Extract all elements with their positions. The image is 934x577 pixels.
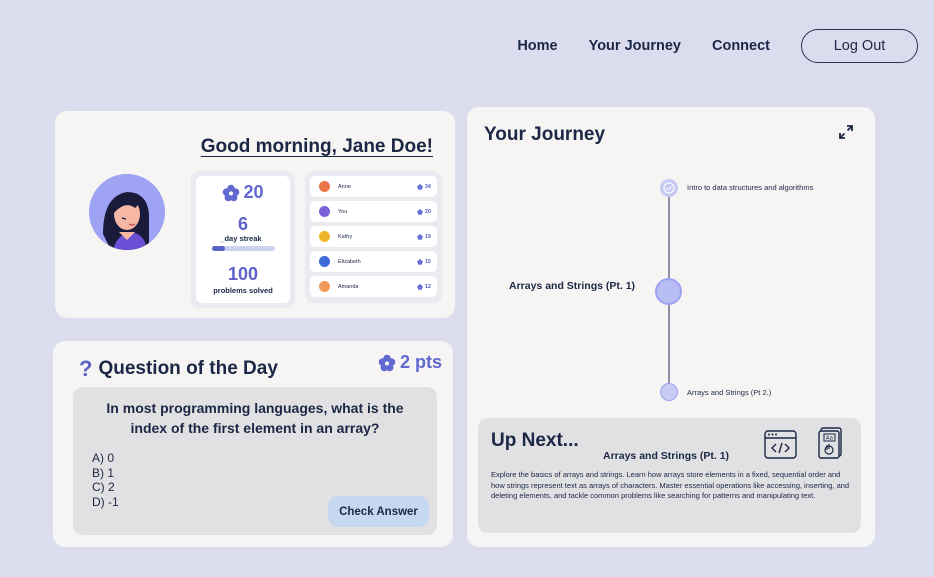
streak-progress-bar bbox=[212, 246, 275, 251]
points-display: 20 bbox=[196, 182, 290, 203]
leaderboard-name: Anne bbox=[338, 183, 351, 190]
timeline-label: Arrays and Strings (Pt 2.) bbox=[687, 388, 772, 397]
timeline-label: Intro to data structures and algorithms bbox=[687, 183, 814, 192]
question-points: 2 pts bbox=[378, 352, 442, 373]
leaderboard-row[interactable]: Elizabeth 15 bbox=[310, 251, 437, 272]
leaderboard-points-value: 34 bbox=[424, 183, 431, 190]
up-next-description: Explore the basics of arrays and strings… bbox=[491, 470, 850, 500]
leaderboard-name: Amanda bbox=[338, 283, 359, 290]
stats-panel: 20 6 day streak 1st 100 problems solved bbox=[191, 171, 295, 308]
leaderboard-name: Elizabeth bbox=[338, 258, 361, 265]
question-title: Question of the Day bbox=[98, 358, 278, 379]
leaderboard-points: 34 bbox=[417, 184, 431, 190]
leaderboard-points-value: 15 bbox=[424, 258, 431, 265]
leaderboard-avatar bbox=[319, 206, 330, 217]
up-next-subtitle: Arrays and Strings (Pt. 1) bbox=[603, 450, 730, 462]
flower-icon bbox=[417, 283, 423, 290]
journey-title: Your Journey bbox=[484, 124, 606, 145]
streak-tiny-label: 1st bbox=[220, 240, 225, 244]
question-card: ? Question of the Day 2 pts In most prog… bbox=[53, 341, 453, 547]
flower-icon bbox=[417, 208, 423, 215]
question-text: In most programming languages, what is t… bbox=[106, 400, 404, 436]
nav-journey-link[interactable]: Your Journey bbox=[589, 38, 681, 54]
nav-connect-link[interactable]: Connect bbox=[712, 38, 770, 54]
answer-option[interactable]: D) -1 bbox=[92, 495, 119, 510]
timeline-node-upcoming[interactable] bbox=[660, 383, 678, 401]
leaderboard-row[interactable]: Amanda 12 bbox=[310, 276, 437, 297]
leaderboard-points: 15 bbox=[417, 259, 431, 265]
leaderboard-points-value: 19 bbox=[424, 233, 431, 240]
timeline-node-current[interactable] bbox=[655, 278, 682, 305]
leaderboard-points: 19 bbox=[417, 234, 431, 240]
up-next-title: Up Next... bbox=[491, 430, 579, 451]
leaderboard-row[interactable]: Kathy 19 bbox=[310, 226, 437, 247]
leaderboard-row[interactable]: You 20 bbox=[310, 201, 437, 222]
expand-icon[interactable] bbox=[838, 124, 854, 140]
leaderboard-avatar bbox=[319, 231, 330, 242]
flower-icon bbox=[417, 258, 423, 265]
timeline-node-completed[interactable] bbox=[660, 179, 678, 197]
check-icon bbox=[663, 182, 675, 194]
flower-icon bbox=[223, 184, 240, 201]
leaderboard-points-value: 20 bbox=[424, 208, 431, 215]
leaderboard: Anne 34 You 20 Kathy 19 Elizabeth 15 Ama… bbox=[305, 171, 442, 303]
solved-label: problems solved bbox=[213, 286, 273, 295]
greeting-card: Good morning, Jane Doe! 20 6 day streak bbox=[55, 111, 455, 318]
leaderboard-row[interactable]: Anne 34 bbox=[310, 176, 437, 197]
flower-icon bbox=[417, 233, 423, 240]
solved-value: 100 bbox=[227, 264, 259, 284]
leaderboard-avatar bbox=[319, 181, 330, 192]
timeline-label-current: Arrays and Strings (Pt. 1) bbox=[509, 280, 636, 292]
up-next-panel: Up Next... Arrays and Strings (Pt. 1) Aa… bbox=[478, 418, 861, 533]
leaderboard-name: You bbox=[338, 208, 348, 215]
top-nav: Home Your Journey Connect Log Out bbox=[517, 28, 918, 64]
svg-text:Aa: Aa bbox=[826, 436, 833, 442]
points-value: 20 bbox=[243, 182, 264, 202]
answer-option[interactable]: A) 0 bbox=[92, 451, 119, 466]
flashcard-icon[interactable]: Aa bbox=[818, 427, 842, 459]
question-points-value: 2 pts bbox=[399, 352, 442, 372]
nav-home-link[interactable]: Home bbox=[517, 38, 557, 54]
question-header: ? Question of the Day bbox=[79, 356, 278, 382]
question-mark-icon: ? bbox=[79, 356, 93, 381]
leaderboard-avatar bbox=[319, 281, 330, 292]
journey-card: Your Journey Intro to data structures an… bbox=[467, 107, 875, 547]
streak-value: 6 bbox=[237, 214, 248, 234]
flower-icon bbox=[378, 354, 396, 371]
code-window-icon[interactable] bbox=[764, 430, 797, 460]
avatar bbox=[89, 174, 165, 250]
logout-button[interactable]: Log Out bbox=[801, 29, 918, 63]
flower-icon bbox=[417, 183, 423, 190]
question-box: In most programming languages, what is t… bbox=[73, 387, 437, 535]
leaderboard-points: 12 bbox=[417, 284, 431, 290]
leaderboard-points-value: 12 bbox=[424, 283, 431, 290]
streak-label: day streak bbox=[224, 234, 262, 243]
avatar-illustration bbox=[89, 174, 165, 250]
check-answer-button[interactable]: Check Answer bbox=[328, 496, 429, 527]
leaderboard-name: Kathy bbox=[338, 233, 353, 240]
leaderboard-avatar bbox=[319, 256, 330, 267]
answer-option[interactable]: B) 1 bbox=[92, 466, 119, 481]
streak-progress-fill bbox=[212, 246, 225, 251]
answer-options: A) 0 B) 1 C) 2 D) -1 bbox=[92, 451, 119, 509]
greeting-title: Good morning, Jane Doe! bbox=[200, 136, 433, 157]
answer-option[interactable]: C) 2 bbox=[92, 480, 119, 495]
leaderboard-points: 20 bbox=[417, 209, 431, 215]
